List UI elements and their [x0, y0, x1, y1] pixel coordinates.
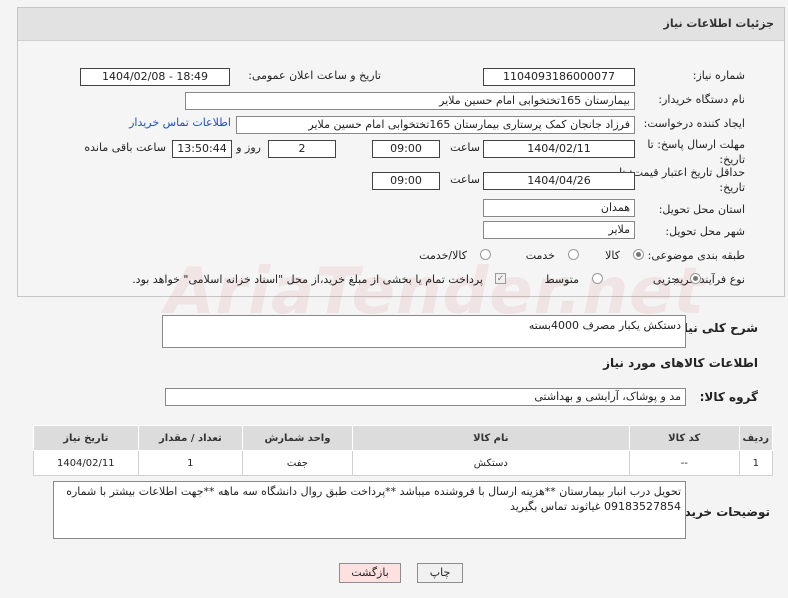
- category-goods-service-label: کالا/خدمت: [419, 249, 467, 262]
- creator-field[interactable]: فرزاد جانجان کمک پرستاری بیمارستان 165تخ…: [236, 116, 635, 134]
- col-code: کد کالا: [628, 425, 740, 451]
- process-medium-radio[interactable]: [592, 273, 603, 284]
- remaining-label: ساعت باقی مانده: [84, 141, 166, 154]
- deadline-time-label: ساعت: [450, 141, 480, 154]
- goods-section-title: اطلاعات کالاهای مورد نیاز: [603, 356, 758, 370]
- remaining-time-field[interactable]: 13:50:44: [172, 140, 232, 158]
- cell-unit: جفت: [242, 450, 353, 476]
- buyer-field[interactable]: بیمارستان 165تختخوابی امام حسین ملایر: [185, 92, 635, 110]
- process-medium-label: متوسط: [544, 273, 579, 286]
- cell-date: 1404/02/11: [33, 450, 139, 476]
- print-button[interactable]: چاپ: [417, 563, 463, 583]
- province-field[interactable]: همدان: [483, 199, 635, 217]
- process-label: نوع فرآیند خرید :: [667, 273, 745, 286]
- col-unit: واحد شمارش: [242, 425, 353, 451]
- province-label: استان محل تحویل:: [658, 203, 745, 216]
- back-button[interactable]: بازگشت: [339, 563, 401, 583]
- cell-name: دستکش: [351, 450, 630, 476]
- process-partial-radio[interactable]: [690, 273, 701, 284]
- category-goods-service-radio[interactable]: [480, 249, 491, 260]
- category-goods-label: کالا: [605, 249, 620, 262]
- goods-group-label: گروه کالا:: [699, 390, 758, 404]
- category-service-radio[interactable]: [568, 249, 579, 260]
- process-partial-label: جزیی: [652, 273, 678, 286]
- cell-code: --: [628, 450, 740, 476]
- cell-row: 1: [738, 450, 774, 476]
- goods-table-header: ردیف کد کالا نام کالا واحد شمارش تعداد /…: [33, 425, 774, 451]
- need-number-label: شماره نیاز:: [692, 69, 745, 82]
- payment-note: پرداخت تمام یا بخشی از مبلغ خرید،از محل …: [132, 273, 483, 286]
- announce-label: تاریخ و ساعت اعلان عمومی:: [248, 69, 381, 82]
- contact-buyer-link[interactable]: اطلاعات تماس خریدار: [129, 116, 231, 129]
- col-date: تاریخ نیاز: [33, 425, 139, 451]
- goods-group-field[interactable]: مد و پوشاک، آرایشی و بهداشتی: [165, 388, 686, 406]
- city-label: شهر محل تحویل:: [665, 225, 745, 238]
- announce-field[interactable]: 1404/02/08 - 18:49: [80, 68, 230, 86]
- col-name: نام کالا: [351, 425, 630, 451]
- deadline-time-field[interactable]: 09:00: [372, 140, 440, 158]
- deadline-label: مهلت ارسال پاسخ: تا تاریخ:: [647, 138, 745, 166]
- category-label: طبقه بندی موضوعی:: [647, 249, 745, 262]
- validity-time-label: ساعت: [450, 173, 480, 186]
- treasury-checkbox[interactable]: ✓: [495, 273, 506, 284]
- creator-label: ایجاد کننده درخواست:: [643, 117, 745, 130]
- buyer-notes-textarea[interactable]: تحویل درب انبار بیمارستان **هزینه ارسال …: [53, 481, 686, 539]
- category-service-label: خدمت: [525, 249, 555, 262]
- validity-time-field[interactable]: 09:00: [372, 172, 440, 190]
- validity-date-field[interactable]: 1404/04/26: [483, 172, 635, 190]
- cell-qty: 1: [137, 450, 244, 476]
- need-number-field[interactable]: 1104093186000077: [483, 68, 635, 86]
- col-row: ردیف: [738, 425, 774, 451]
- panel-title: جزئیات اطلاعات نیاز: [663, 17, 775, 30]
- col-qty: تعداد / مقدار: [137, 425, 244, 451]
- description-textarea[interactable]: دستکش یکبار مصرف 4000بسته: [162, 315, 686, 348]
- table-row[interactable]: 1 -- دستکش جفت 1 1404/02/11: [33, 450, 774, 476]
- buyer-label: نام دستگاه خریدار:: [658, 93, 745, 106]
- deadline-date-field[interactable]: 1404/02/11: [483, 140, 635, 158]
- category-goods-radio[interactable]: [633, 249, 644, 260]
- city-field[interactable]: ملایر: [483, 221, 635, 239]
- goods-table: ردیف کد کالا نام کالا واحد شمارش تعداد /…: [33, 425, 774, 476]
- days-label: روز و: [236, 141, 261, 154]
- days-field[interactable]: 2: [268, 140, 336, 158]
